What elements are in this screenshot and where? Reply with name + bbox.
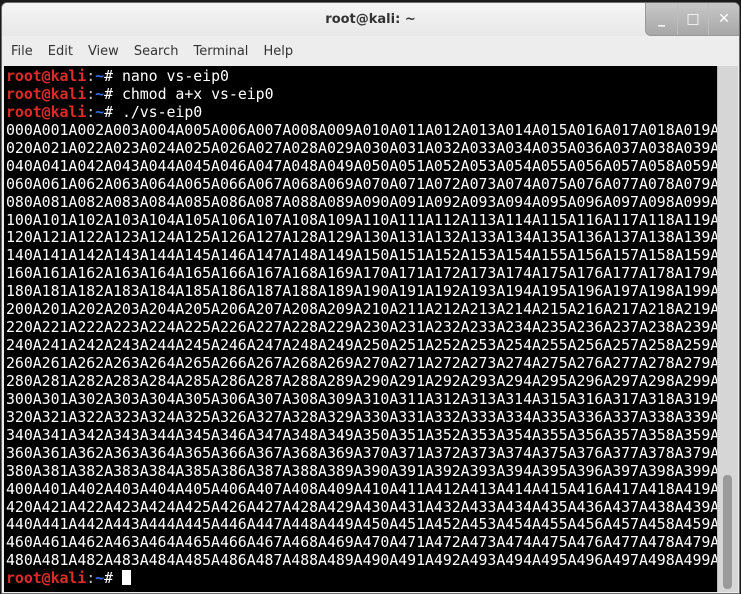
output-line: 100A101A102A103A104A105A106A107A108A109A…	[6, 210, 717, 229]
window-title: root@kali: ~	[325, 12, 416, 27]
menu-search[interactable]: Search	[134, 44, 179, 59]
output-line: 240A241A242A243A244A245A246A247A248A249A…	[6, 336, 717, 355]
prompt-symbol: #	[104, 84, 122, 103]
output-line: 260A261A262A263A264A265A266A267A268A269A…	[6, 354, 717, 372]
prompt-colon: :	[86, 569, 96, 588]
scrollbar-thumb[interactable]	[723, 475, 732, 589]
prompt-line: root@kali:~#	[6, 569, 717, 588]
prompt-line: root@kali:~# chmod a+x vs-eip0	[6, 84, 717, 104]
output-line: 000A001A002A003A004A005A006A007A008A009A…	[6, 120, 717, 139]
output-line: 420A421A422A423A424A425A426A427A428A429A…	[6, 497, 717, 516]
prompt-line: root@kali:~# ./vs-eip0	[6, 102, 717, 122]
output-line: 480A481A482A483A484A485A486A487A488A489A…	[6, 551, 717, 570]
output-line: 020A021A022A023A024A025A026A027A028A029A…	[6, 138, 717, 157]
prompt-user-host: root@kali	[6, 84, 87, 103]
terminal-output[interactable]: root@kali:~# nano vs-eip0 root@kali:~# ch…	[4, 66, 717, 592]
prompt-symbol: #	[104, 569, 122, 588]
menu-help[interactable]: Help	[263, 44, 293, 59]
prompt-path: ~	[95, 67, 105, 85]
output-line: 320A321A322A323A324A325A326A327A328A329A…	[6, 407, 717, 426]
output-line: 360A361A362A363A364A365A366A367A368A369A…	[6, 443, 717, 462]
close-button[interactable]: ✕	[708, 3, 739, 35]
prompt-symbol: #	[104, 67, 122, 85]
prompt-user-host: root@kali	[6, 102, 87, 121]
output-line: 340A341A342A343A344A345A346A347A348A349A…	[6, 425, 717, 444]
menu-edit[interactable]: Edit	[48, 44, 73, 59]
output-line: 140A141A142A143A144A145A146A147A148A149A…	[6, 246, 717, 265]
output-line: 080A081A082A083A084A085A086A087A088A089A…	[6, 192, 717, 211]
prompt-user-host: root@kali	[6, 67, 87, 85]
title-bar[interactable]: root@kali: ~ _ □ ✕	[2, 3, 739, 36]
command-text: chmod a+x vs-eip0	[121, 84, 274, 103]
output-line: 440A441A442A443A444A445A446A447A448A449A…	[6, 515, 717, 534]
output-line: 460A461A462A463A464A465A466A467A468A469A…	[6, 533, 717, 552]
menu-view[interactable]: View	[88, 44, 119, 59]
prompt-user-host: root@kali	[6, 569, 87, 588]
menu-file[interactable]: File	[11, 44, 33, 59]
prompt-symbol: #	[104, 102, 122, 121]
prompt-path: ~	[95, 569, 105, 588]
output-line: 060A061A062A063A064A065A066A067A068A069A…	[6, 174, 717, 193]
output-line: 180A181A182A183A184A185A186A187A188A189A…	[6, 282, 717, 301]
output-line: 120A121A122A123A124A125A126A127A128A129A…	[6, 228, 717, 247]
command-text: nano vs-eip0	[121, 67, 229, 85]
menu-terminal[interactable]: Terminal	[193, 44, 248, 59]
prompt-path: ~	[95, 84, 105, 103]
output-line: 300A301A302A303A304A305A306A307A308A309A…	[6, 389, 717, 408]
close-icon: ✕	[718, 11, 730, 27]
prompt-colon: :	[86, 102, 96, 121]
output-line: 400A401A402A403A404A405A406A407A408A409A…	[6, 479, 717, 498]
maximize-icon: □	[686, 11, 700, 27]
output-line: 380A381A382A383A384A385A386A387A388A389A…	[6, 461, 717, 480]
output-line: 160A161A162A163A164A165A166A167A168A169A…	[6, 264, 717, 283]
output-line: 280A281A282A283A284A285A286A287A288A289A…	[6, 371, 717, 390]
text-cursor	[121, 570, 131, 586]
prompt-colon: :	[86, 67, 96, 85]
vertical-scrollbar[interactable]	[717, 66, 738, 592]
maximize-button[interactable]: □	[677, 3, 708, 35]
terminal-window: root@kali: ~ _ □ ✕ File Edit View Search…	[1, 2, 740, 594]
menu-bar: File Edit View Search Terminal Help	[2, 37, 739, 65]
output-line: 200A201A202A203A204A205A206A207A208A209A…	[6, 300, 717, 319]
minimize-icon: _	[658, 11, 665, 27]
output-line: 040A041A042A043A044A045A046A047A048A049A…	[6, 156, 717, 175]
command-text: ./vs-eip0	[121, 102, 203, 121]
prompt-line: root@kali:~# nano vs-eip0	[6, 67, 717, 86]
prompt-path: ~	[95, 102, 105, 121]
output-line: 220A221A222A223A224A225A226A227A228A229A…	[6, 318, 717, 337]
prompt-colon: :	[86, 84, 96, 103]
minimize-button[interactable]: _	[646, 3, 677, 35]
window-controls: _ □ ✕	[645, 3, 739, 36]
